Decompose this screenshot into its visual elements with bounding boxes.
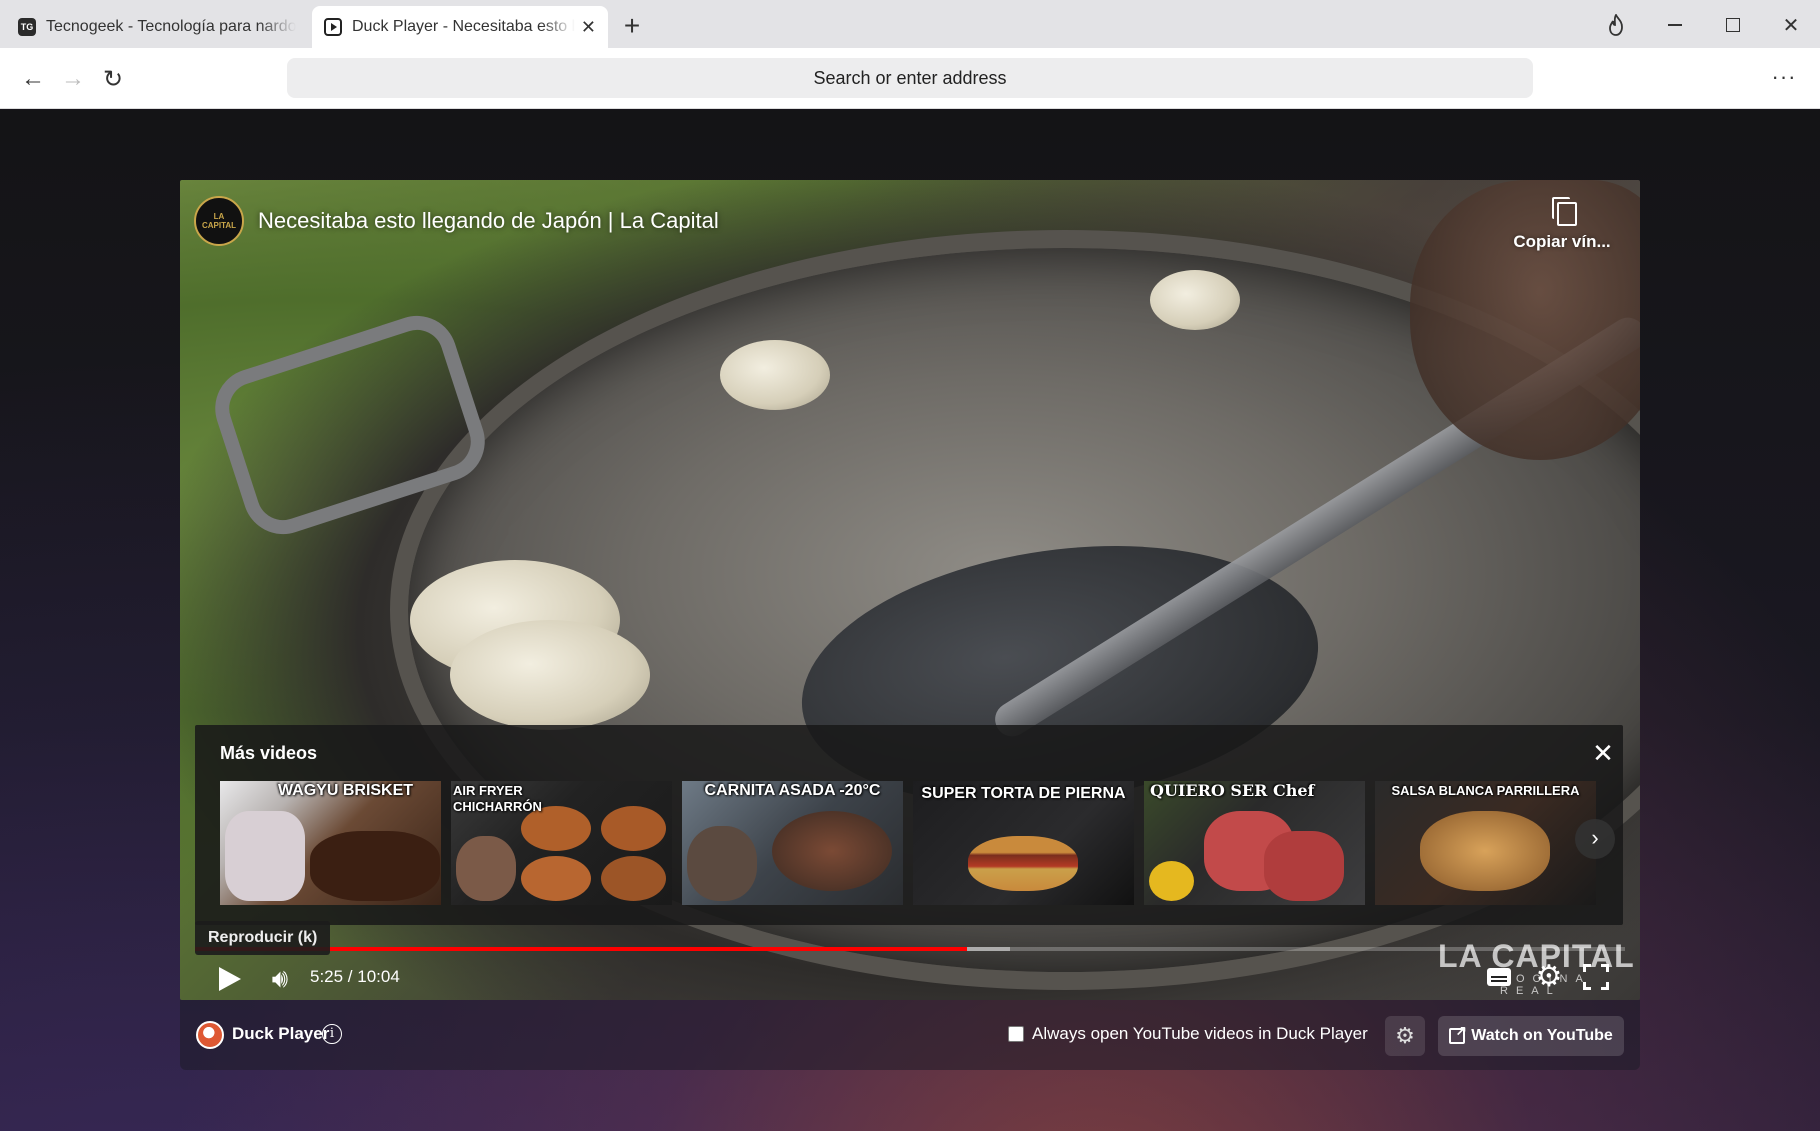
duck-player-bar: Duck Player i Always open YouTube videos… bbox=[180, 1000, 1640, 1070]
video-thumbnail[interactable]: CARNITA ASADA -20°C bbox=[682, 781, 903, 905]
tab-tecnogeek[interactable]: TG Tecnogeek - Tecnología para nardogeek… bbox=[6, 6, 308, 48]
thumbnail-label: AIR FRYER CHICHARRÓN bbox=[453, 783, 542, 814]
video-thumbnail[interactable]: QUIERO SER Chef bbox=[1144, 781, 1365, 905]
info-icon[interactable]: i bbox=[322, 1024, 342, 1044]
tab-close-icon[interactable]: ✕ bbox=[581, 16, 596, 38]
channel-avatar[interactable]: LA CAPITAL bbox=[194, 196, 244, 246]
duck-player-favicon-icon bbox=[324, 18, 342, 36]
gear-icon: ⚙ bbox=[1535, 960, 1563, 993]
fullscreen-icon bbox=[1601, 982, 1609, 990]
play-button[interactable] bbox=[210, 960, 246, 996]
address-bar[interactable] bbox=[287, 58, 1533, 98]
copy-icon bbox=[1549, 196, 1577, 226]
thumbnail-image bbox=[310, 831, 440, 901]
thumbnail-label: SUPER TORTA DE PIERNA bbox=[921, 785, 1126, 802]
browser-toolbar: ← → ↻ ··· bbox=[0, 48, 1820, 109]
reload-icon: ↻ bbox=[102, 65, 124, 93]
thumbnail-label: WAGYU BRISKET bbox=[277, 782, 414, 799]
more-videos-panel: Más videos ✕ WAGYU BRISKET AIR FRYER CHI… bbox=[195, 725, 1623, 925]
video-frame-onion bbox=[1150, 270, 1240, 330]
menu-button[interactable]: ··· bbox=[1768, 64, 1800, 94]
thumbnail-image bbox=[456, 836, 516, 901]
close-window-button[interactable]: ✕ bbox=[1776, 10, 1806, 40]
back-button[interactable]: ← bbox=[17, 63, 49, 95]
thumbnail-label: QUIERO SER Chef bbox=[1150, 781, 1315, 800]
thumbnail-image bbox=[687, 826, 757, 901]
channel-watermark-sub: COCINA REAL bbox=[1500, 973, 1591, 997]
fullscreen-button[interactable] bbox=[1583, 964, 1609, 990]
thumbnail-image bbox=[1264, 831, 1344, 901]
duck-player-page: LA CAPITAL Necesitaba esto llegando de J… bbox=[0, 110, 1820, 1131]
external-link-icon bbox=[1449, 1023, 1467, 1044]
minimize-icon bbox=[1668, 24, 1682, 26]
fullscreen-icon bbox=[1583, 964, 1591, 972]
video-frame-onion bbox=[720, 340, 830, 410]
thumbnail-image bbox=[601, 856, 666, 901]
thumbnail-label: CARNITA ASADA -20°C bbox=[704, 782, 881, 799]
new-tab-button[interactable]: + bbox=[618, 12, 646, 40]
more-videos-title: Más videos bbox=[220, 743, 318, 763]
thumbnail-label: SALSA BLANCA PARRILLERA bbox=[1391, 783, 1580, 798]
fullscreen-icon bbox=[1583, 982, 1591, 990]
tab-duck-player[interactable]: Duck Player - Necesitaba esto llegando d… bbox=[312, 6, 608, 48]
video-thumbnail[interactable]: SUPER TORTA DE PIERNA bbox=[913, 781, 1134, 905]
video-frame-onion bbox=[450, 620, 650, 730]
volume-button[interactable]: 🔊︎ bbox=[262, 960, 298, 996]
fire-icon bbox=[1609, 14, 1623, 36]
time-display: 5:25 / 10:04 bbox=[310, 967, 400, 986]
video-player[interactable]: LA CAPITAL Necesitaba esto llegando de J… bbox=[180, 180, 1640, 1000]
arrow-left-icon: ← bbox=[21, 65, 45, 92]
volume-icon: 🔊︎ bbox=[271, 963, 289, 993]
watch-on-youtube-button[interactable]: Watch on YouTube bbox=[1438, 1016, 1624, 1056]
video-header: LA CAPITAL Necesitaba esto llegando de J… bbox=[194, 194, 719, 248]
progress-bar[interactable] bbox=[195, 947, 1625, 951]
copy-link-label: Copiar vín... bbox=[1513, 232, 1611, 251]
thumbnail-image bbox=[1420, 811, 1550, 891]
thumbnail-image bbox=[772, 811, 892, 891]
fullscreen-icon bbox=[1601, 964, 1609, 972]
tecnogeek-favicon-icon: TG bbox=[18, 18, 36, 36]
video-thumbnail[interactable]: SALSA BLANCA PARRILLERA bbox=[1375, 781, 1596, 905]
maximize-icon bbox=[1726, 18, 1740, 32]
gear-icon: ⚙ bbox=[1395, 1023, 1415, 1048]
play-tooltip: Reproducir (k) bbox=[195, 921, 331, 955]
chevron-right-icon[interactable]: › bbox=[1575, 819, 1615, 859]
video-title[interactable]: Necesitaba esto llegando de Japón | La C… bbox=[258, 208, 719, 234]
thumbnail-image bbox=[521, 856, 591, 901]
tab-title: Duck Player - Necesitaba esto llegando d… bbox=[352, 18, 575, 35]
duck-player-logo-icon bbox=[196, 1021, 224, 1049]
duck-player-settings-button[interactable]: ⚙ bbox=[1385, 1016, 1425, 1056]
thumbnail-image bbox=[225, 811, 305, 901]
watch-on-youtube-label: Watch on YouTube bbox=[1471, 1027, 1613, 1044]
tab-title: Tecnogeek - Tecnología para nardogeeks bbox=[46, 18, 296, 35]
fire-button[interactable] bbox=[1601, 10, 1631, 40]
checkbox[interactable] bbox=[1008, 1026, 1024, 1042]
always-open-checkbox[interactable]: Always open YouTube videos in Duck Playe… bbox=[1008, 1024, 1368, 1044]
video-thumbnail[interactable]: AIR FRYER CHICHARRÓN bbox=[451, 781, 672, 905]
thumbnail-image bbox=[968, 836, 1078, 891]
copy-link-button[interactable]: Copiar vín... bbox=[1502, 194, 1622, 264]
arrow-right-icon: → bbox=[61, 65, 85, 92]
duck-player-name: Duck Player bbox=[232, 1024, 330, 1043]
forward-button[interactable]: → bbox=[57, 63, 89, 95]
thumbnail-image bbox=[1149, 861, 1194, 901]
tab-bar: TG Tecnogeek - Tecnología para nardogeek… bbox=[0, 0, 1820, 48]
more-videos-close-icon[interactable]: ✕ bbox=[1589, 739, 1617, 767]
minimize-button[interactable] bbox=[1660, 10, 1690, 40]
always-open-label: Always open YouTube videos in Duck Playe… bbox=[1032, 1024, 1368, 1043]
settings-button[interactable]: ⚙ bbox=[1532, 960, 1566, 994]
maximize-button[interactable] bbox=[1718, 10, 1748, 40]
video-thumbnail[interactable]: WAGYU BRISKET bbox=[220, 781, 441, 905]
subtitles-button[interactable] bbox=[1484, 963, 1514, 993]
thumbnail-image bbox=[601, 806, 666, 851]
reload-button[interactable]: ↻ bbox=[97, 63, 129, 95]
more-videos-list: WAGYU BRISKET AIR FRYER CHICHARRÓN CARNI… bbox=[220, 781, 1600, 905]
